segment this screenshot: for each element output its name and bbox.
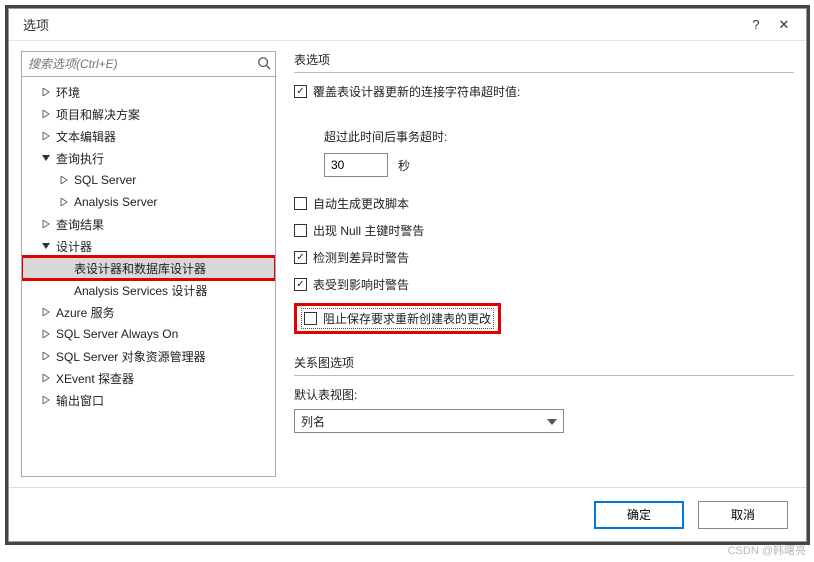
tree-label: 项目和解决方案: [56, 106, 140, 123]
cancel-button[interactable]: 取消: [698, 501, 788, 529]
chevron-right-icon: [40, 306, 52, 318]
tree-item-xevent[interactable]: XEvent 探查器: [22, 367, 275, 389]
tree-label: Azure 服务: [56, 304, 115, 321]
prevent-save-checkbox[interactable]: [304, 312, 317, 325]
prevent-save-highlight: 阻止保存要求重新创建表的更改: [294, 303, 501, 334]
tree-item-analysis-designer[interactable]: Analysis Services 设计器: [22, 279, 275, 301]
chevron-down-icon: [547, 414, 557, 428]
tree-item-azure[interactable]: Azure 服务: [22, 301, 275, 323]
tree-label: Analysis Services 设计器: [74, 282, 207, 299]
default-view-label: 默认表视图:: [294, 386, 794, 403]
chevron-right-icon: [40, 218, 52, 230]
tree-label: 环境: [56, 84, 80, 101]
chevron-right-icon: [40, 130, 52, 142]
tree-label: Analysis Server: [74, 195, 157, 209]
dialog-title: 选项: [17, 15, 742, 34]
diff-warn-label: 检测到差异时警告: [313, 249, 409, 266]
divider: [294, 375, 794, 376]
tree-item-projects[interactable]: 项目和解决方案: [22, 103, 275, 125]
affected-warn-label: 表受到影响时警告: [313, 276, 409, 293]
tree-label: SQL Server 对象资源管理器: [56, 348, 206, 365]
chevron-right-icon: [40, 394, 52, 406]
tree-item-environment[interactable]: 环境: [22, 81, 275, 103]
chevron-right-icon: [40, 108, 52, 120]
chevron-right-icon: [40, 328, 52, 340]
null-pk-checkbox[interactable]: [294, 224, 307, 237]
options-dialog: 选项 ? ✕ 环境 项目和解决方案 文本编辑器 查询执行 SQL Server …: [8, 8, 807, 542]
tree-item-alwayson[interactable]: SQL Server Always On: [22, 323, 275, 345]
tree-label: 查询执行: [56, 150, 104, 167]
dialog-footer: 确定 取消: [9, 487, 806, 541]
override-timeout-checkbox[interactable]: [294, 85, 307, 98]
diagram-options-group-title: 关系图选项: [294, 354, 794, 371]
seconds-label: 秒: [398, 157, 410, 174]
chevron-right-icon: [58, 196, 70, 208]
tree-item-sql-server[interactable]: SQL Server: [22, 169, 275, 191]
watermark: CSDN @韩曙亮: [728, 542, 806, 558]
default-view-value: 列名: [301, 413, 325, 430]
tree-item-analysis-server[interactable]: Analysis Server: [22, 191, 275, 213]
chevron-right-icon: [40, 86, 52, 98]
auto-script-label: 自动生成更改脚本: [313, 195, 409, 212]
tree-item-output[interactable]: 输出窗口: [22, 389, 275, 411]
tree-item-query-exec[interactable]: 查询执行: [22, 147, 275, 169]
affected-warn-checkbox[interactable]: [294, 278, 307, 291]
tree-label: XEvent 探查器: [56, 370, 134, 387]
tree-label: 表设计器和数据库设计器: [74, 260, 206, 277]
tree-item-table-designer[interactable]: 表设计器和数据库设计器: [22, 257, 275, 279]
null-pk-label: 出现 Null 主键时警告: [313, 222, 424, 239]
tree-item-query-result[interactable]: 查询结果: [22, 213, 275, 235]
tree-label: 文本编辑器: [56, 128, 116, 145]
default-view-select[interactable]: 列名: [294, 409, 564, 433]
tree-label: 查询结果: [56, 216, 104, 233]
null-pk-row: 出现 Null 主键时警告: [294, 222, 794, 239]
auto-script-checkbox[interactable]: [294, 197, 307, 210]
close-button[interactable]: ✕: [770, 11, 798, 39]
chevron-right-icon: [40, 350, 52, 362]
prevent-save-label: 阻止保存要求重新创建表的更改: [323, 310, 491, 327]
tree-label: SQL Server Always On: [56, 327, 178, 341]
options-tree: 环境 项目和解决方案 文本编辑器 查询执行 SQL Server Analysi…: [21, 77, 276, 477]
chevron-down-icon: [40, 152, 52, 164]
auto-script-row: 自动生成更改脚本: [294, 195, 794, 212]
diff-warn-checkbox[interactable]: [294, 251, 307, 264]
timeout-input[interactable]: [324, 153, 388, 177]
tree-item-text-editor[interactable]: 文本编辑器: [22, 125, 275, 147]
titlebar: 选项 ? ✕: [9, 9, 806, 41]
table-options-group-title: 表选项: [294, 51, 794, 68]
search-box[interactable]: [21, 51, 276, 77]
ok-button[interactable]: 确定: [594, 501, 684, 529]
tree-item-object-explorer[interactable]: SQL Server 对象资源管理器: [22, 345, 275, 367]
divider: [294, 72, 794, 73]
chevron-right-icon: [58, 174, 70, 186]
search-icon[interactable]: [253, 56, 275, 73]
chevron-right-icon: [40, 372, 52, 384]
help-button[interactable]: ?: [742, 11, 770, 39]
search-input[interactable]: [22, 57, 253, 71]
chevron-down-icon: [40, 240, 52, 252]
override-timeout-row: 覆盖表设计器更新的连接字符串超时值:: [294, 83, 794, 100]
affected-warn-row: 表受到影响时警告: [294, 276, 794, 293]
diff-warn-row: 检测到差异时警告: [294, 249, 794, 266]
tree-item-designer[interactable]: 设计器: [22, 235, 275, 257]
override-timeout-label: 覆盖表设计器更新的连接字符串超时值:: [313, 83, 520, 100]
timeout-label: 超过此时间后事务超时:: [324, 128, 794, 145]
tree-label: 输出窗口: [56, 392, 104, 409]
tree-label: 设计器: [56, 238, 92, 255]
tree-label: SQL Server: [74, 173, 136, 187]
